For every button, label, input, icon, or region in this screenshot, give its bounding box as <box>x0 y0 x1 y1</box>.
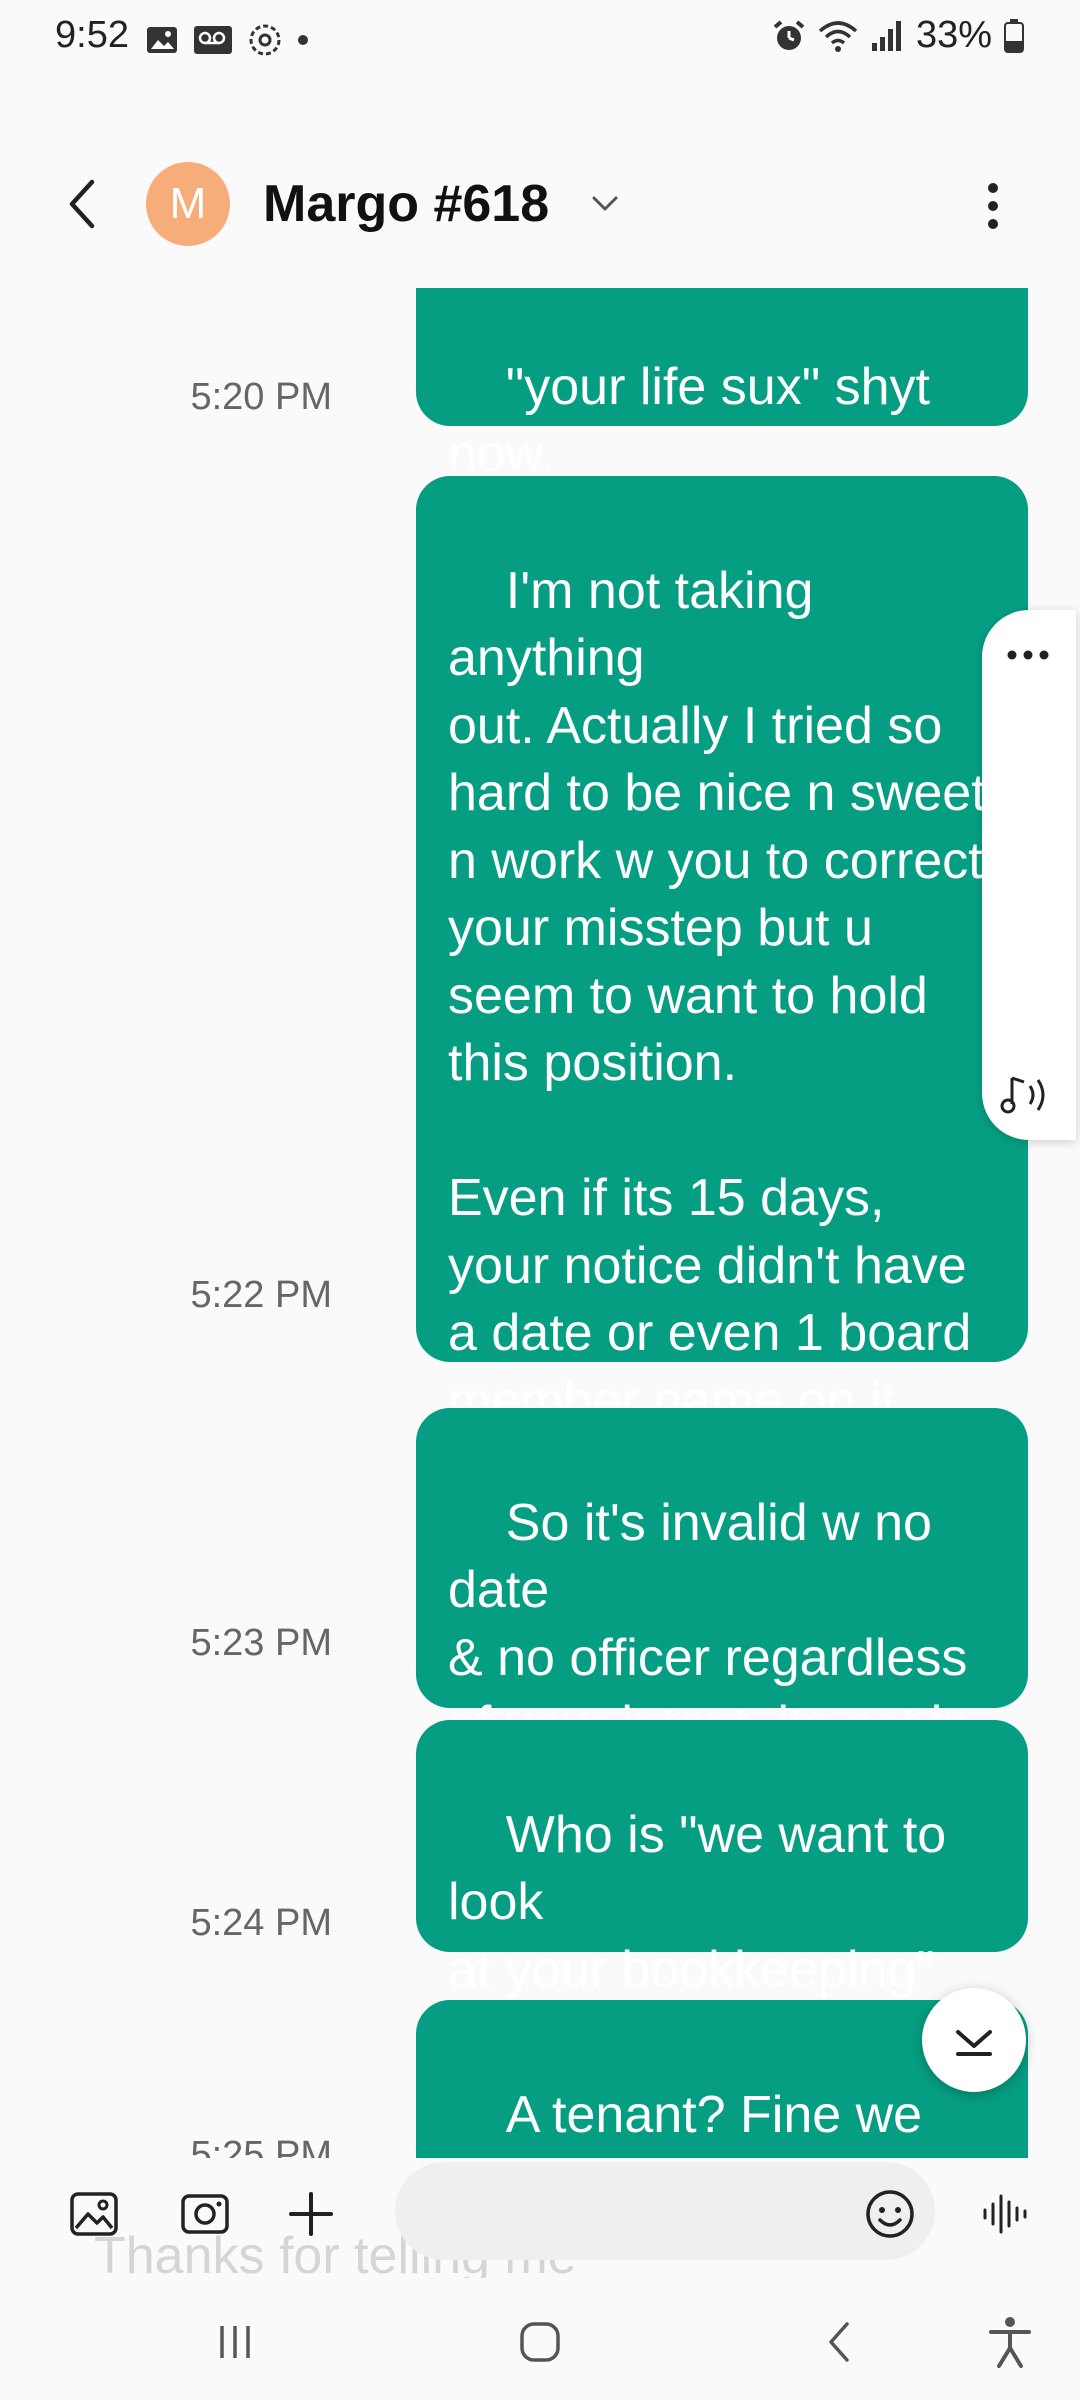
message-list[interactable]: "your life sux" shyt now. Ok. 5:20 PM I'… <box>0 288 1080 2158</box>
sync-icon <box>249 24 281 56</box>
message-text: I'm not taking anything out. Actually I … <box>448 561 986 1430</box>
message-time: 5:24 PM <box>190 1902 332 1944</box>
edge-panel[interactable] <box>982 610 1076 1140</box>
recent-apps-button[interactable] <box>200 2312 270 2372</box>
voice-input-icon[interactable] <box>975 2184 1035 2244</box>
alarm-icon <box>773 19 805 50</box>
wifi-icon <box>818 20 858 52</box>
add-icon[interactable] <box>281 2184 341 2244</box>
system-navigation-bar <box>0 2290 1080 2400</box>
scroll-to-bottom-button[interactable] <box>922 1988 1026 2092</box>
chevron-down-icon[interactable] <box>590 188 620 218</box>
battery-icon <box>1004 18 1024 53</box>
message-bubble[interactable]: "your life sux" shyt now. Ok. <box>416 288 1028 551</box>
more-horizontal-icon[interactable] <box>998 640 1058 670</box>
message-bubble[interactable]: So it's invalid w no date & no officer r… <box>416 1408 1028 1822</box>
message-text: A tenant? Fine we can meet on Monday. <box>448 2085 923 2159</box>
message-time: 5:20 PM <box>190 376 332 418</box>
message-composer <box>0 2158 1080 2278</box>
home-button[interactable] <box>505 2312 575 2372</box>
message-time: 5:25 PM <box>190 2134 332 2158</box>
gallery-icon[interactable] <box>64 2184 124 2244</box>
message-bubble[interactable]: I'm not taking anything out. Actually I … <box>416 476 1028 1430</box>
accessibility-button[interactable] <box>975 2312 1045 2372</box>
contact-avatar[interactable]: M <box>146 162 230 246</box>
more-options-icon[interactable] <box>968 176 1018 236</box>
text-to-speech-icon[interactable] <box>998 1070 1058 1120</box>
back-nav-button[interactable] <box>805 2312 875 2372</box>
dot-icon <box>298 35 308 45</box>
emoji-icon[interactable] <box>860 2184 920 2244</box>
battery-percent: 33% <box>915 14 992 56</box>
status-bar: 9:52 33% <box>0 0 1080 80</box>
message-bubble[interactable]: Who is "we want to look at your bookkeep… <box>416 1720 1028 2066</box>
back-button[interactable] <box>58 174 108 234</box>
message-time: 5:23 PM <box>190 1622 332 1664</box>
chevron-down-icon <box>956 2030 992 2056</box>
status-time: 9:52 <box>55 14 129 56</box>
camera-icon[interactable] <box>175 2184 235 2244</box>
voicemail-icon <box>194 26 232 54</box>
gallery-notification-icon <box>147 27 177 53</box>
signal-icon <box>871 20 901 51</box>
message-time: 5:22 PM <box>190 1274 332 1316</box>
message-input[interactable] <box>395 2162 935 2260</box>
contact-name[interactable]: Margo #618 <box>263 174 549 234</box>
conversation-header: M Margo #618 <box>0 150 1080 260</box>
